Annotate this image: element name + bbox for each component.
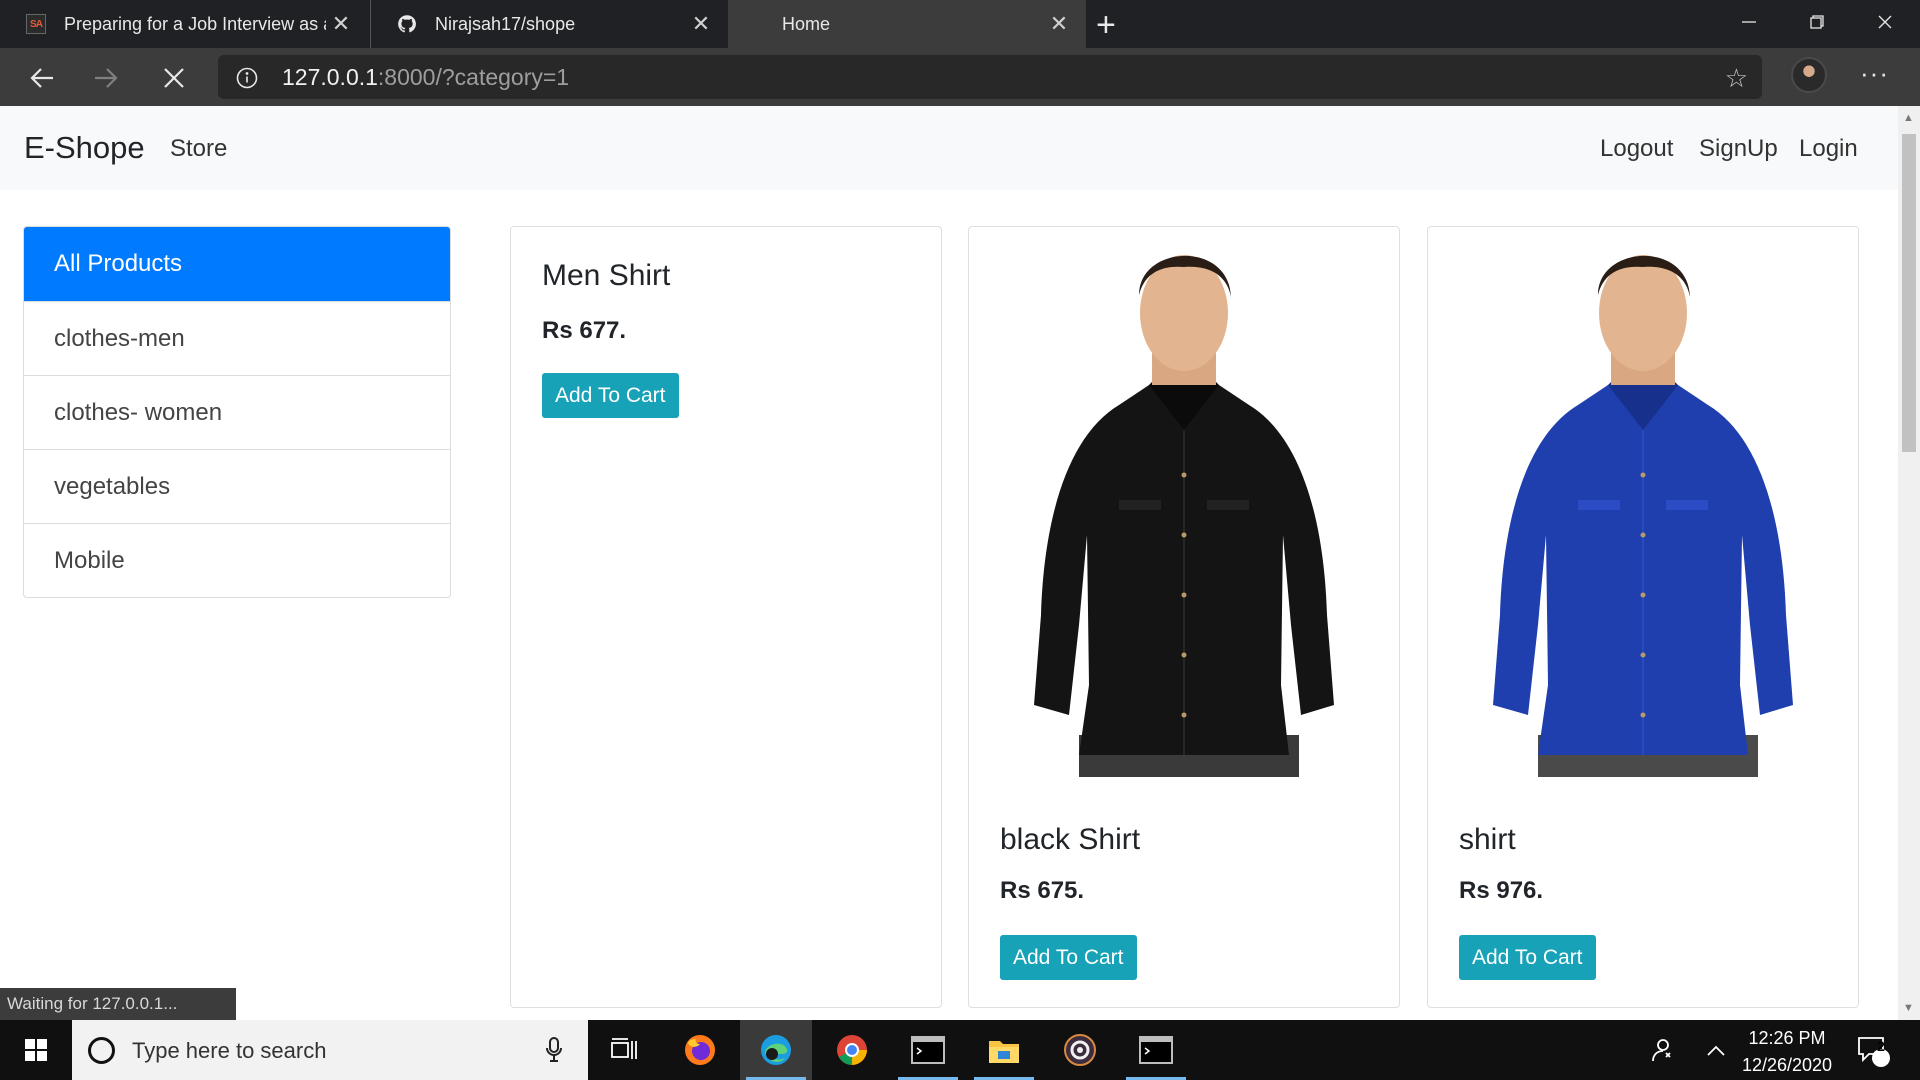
scroll-down-arrow-icon[interactable]: ▼ xyxy=(1903,1002,1914,1014)
web-page: E-Shope Store Logout SignUp Login All Pr… xyxy=(0,106,1898,1020)
product-card: shirt Rs 976. Add To Cart xyxy=(1427,226,1859,1008)
tab-title: Nirajsah17/shope xyxy=(435,13,576,34)
black-shirt-photo[interactable] xyxy=(969,235,1399,777)
info-icon[interactable] xyxy=(236,67,258,94)
task-view-icon[interactable] xyxy=(588,1020,660,1080)
clock-date: 12/26/2020 xyxy=(1741,1055,1833,1075)
close-icon[interactable]: ✕ xyxy=(686,11,716,37)
brand-link[interactable]: E-Shope xyxy=(24,130,145,166)
url-text: 127.0.0.1:8000/?category=1 xyxy=(282,64,570,90)
nav-link-logout[interactable]: Logout xyxy=(1600,135,1673,163)
category-clothes-women[interactable]: clothes- women xyxy=(24,375,450,449)
browser-tab[interactable]: SA Preparing for a Job Interview as a ✕ xyxy=(0,0,368,48)
forward-button[interactable] xyxy=(88,60,124,96)
system-clock[interactable]: 12:26 PM 12/26/2020 xyxy=(1732,1025,1842,1079)
windows-start-icon[interactable] xyxy=(0,1020,72,1080)
scroll-up-arrow-icon[interactable]: ▲ xyxy=(1903,112,1914,124)
chevron-up-icon[interactable] xyxy=(1706,1020,1726,1080)
tab-title: Preparing for a Job Interview as a xyxy=(64,13,326,34)
notifications-icon[interactable]: 2 xyxy=(1855,1020,1891,1080)
terminal-icon[interactable] xyxy=(1120,1020,1192,1080)
new-tab-button[interactable]: + xyxy=(1096,6,1116,45)
product-card: black Shirt Rs 675. Add To Cart xyxy=(968,226,1400,1008)
minimize-button[interactable] xyxy=(1714,0,1784,44)
browser-toolbar: 127.0.0.1:8000/?category=1 ☆ ··· xyxy=(0,48,1920,106)
add-to-cart-button[interactable]: Add To Cart xyxy=(1000,935,1137,980)
notification-count: 2 xyxy=(1877,1038,1885,1054)
browser-tab[interactable]: Nirajsah17/shope ✕ xyxy=(370,0,728,48)
windows-taskbar: Type here to search 12:26 PM 12/26/2020 … xyxy=(0,1020,1920,1080)
loading-status: Waiting for 127.0.0.1... xyxy=(0,988,236,1020)
category-mobile[interactable]: Mobile xyxy=(24,523,450,597)
more-options-icon[interactable]: ··· xyxy=(1860,58,1889,89)
terminal-icon[interactable] xyxy=(892,1020,964,1080)
product-name: shirt xyxy=(1459,823,1516,856)
address-bar[interactable]: 127.0.0.1:8000/?category=1 ☆ xyxy=(218,55,1762,99)
microphone-icon[interactable] xyxy=(544,1036,564,1069)
tab-title: Home xyxy=(782,13,831,34)
cortana-icon xyxy=(88,1037,115,1064)
add-to-cart-button[interactable]: Add To Cart xyxy=(1459,935,1596,980)
profile-avatar[interactable] xyxy=(1791,57,1827,93)
product-card: Men Shirt Rs 677. Add To Cart xyxy=(510,226,942,1008)
browser-tab-active[interactable]: Home ✕ xyxy=(728,0,1086,48)
product-price: Rs 976. xyxy=(1459,877,1544,904)
sa-icon: SA xyxy=(26,14,46,34)
browser-tab-bar: SA Preparing for a Job Interview as a ✕ … xyxy=(0,0,1920,48)
search-placeholder: Type here to search xyxy=(132,1038,327,1063)
page-scrollbar[interactable]: ▲ ▼ xyxy=(1898,106,1920,1020)
github-icon xyxy=(397,14,417,34)
restore-button[interactable] xyxy=(1782,0,1852,44)
site-navbar: E-Shope Store Logout SignUp Login xyxy=(0,106,1898,190)
product-name: Men Shirt xyxy=(542,259,671,292)
product-price: Rs 675. xyxy=(1000,877,1085,904)
people-icon[interactable] xyxy=(1648,1020,1674,1080)
stop-loading-button[interactable] xyxy=(156,60,192,96)
close-window-button[interactable] xyxy=(1850,0,1920,44)
taskbar-search-box[interactable]: Type here to search xyxy=(72,1020,588,1080)
close-icon[interactable]: ✕ xyxy=(1044,11,1074,37)
firefox-icon[interactable] xyxy=(664,1020,736,1080)
chrome-icon[interactable] xyxy=(816,1020,888,1080)
nav-link-store[interactable]: Store xyxy=(170,135,227,163)
nav-link-login[interactable]: Login xyxy=(1799,135,1858,163)
category-vegetables[interactable]: vegetables xyxy=(24,449,450,523)
clock-time: 12:26 PM xyxy=(1748,1028,1826,1048)
back-button[interactable] xyxy=(24,60,60,96)
add-to-cart-button[interactable]: Add To Cart xyxy=(542,373,679,418)
product-name: black Shirt xyxy=(1000,823,1141,856)
file-explorer-icon[interactable] xyxy=(968,1020,1040,1080)
category-list: All Products clothes-men clothes- women … xyxy=(23,226,451,598)
category-clothes-men[interactable]: clothes-men xyxy=(24,301,450,375)
favorite-star-icon[interactable]: ☆ xyxy=(1725,63,1748,94)
blue-shirt-photo[interactable] xyxy=(1428,235,1858,777)
media-player-icon[interactable] xyxy=(1044,1020,1116,1080)
product-price: Rs 677. xyxy=(542,317,627,344)
scrollbar-thumb[interactable] xyxy=(1902,134,1916,452)
category-all-products[interactable]: All Products xyxy=(24,227,450,301)
close-icon[interactable]: ✕ xyxy=(326,11,356,37)
nav-link-signup[interactable]: SignUp xyxy=(1699,135,1778,163)
edge-icon[interactable] xyxy=(740,1020,812,1080)
